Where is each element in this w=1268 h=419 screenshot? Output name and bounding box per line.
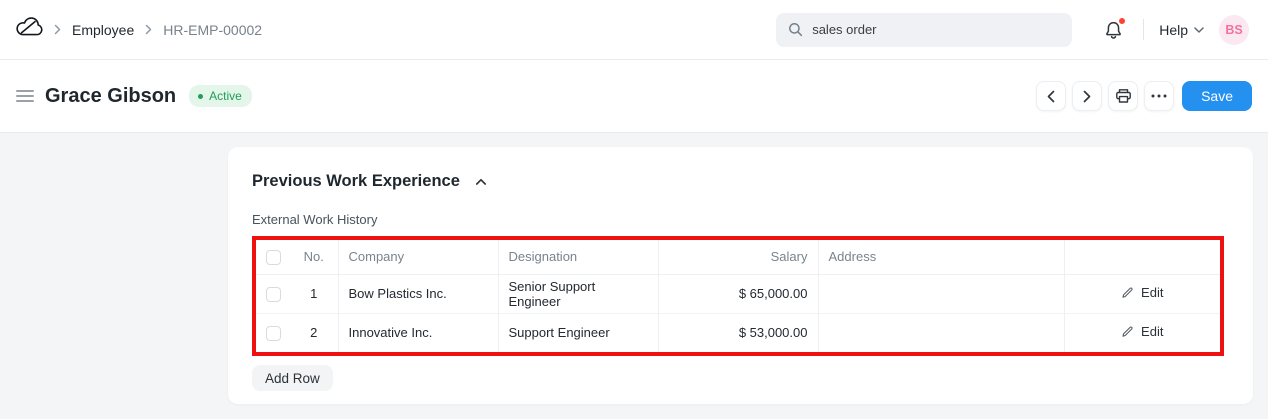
grid-field-label: External Work History <box>252 212 1229 227</box>
row-2-address-cell[interactable] <box>818 313 1064 352</box>
search-input[interactable] <box>812 22 1060 37</box>
row-2-salary-cell[interactable]: $ 53,000.00 <box>658 313 818 352</box>
column-header-company: Company <box>338 240 498 274</box>
section-header-previous-work-experience[interactable]: Previous Work Experience <box>252 172 1229 191</box>
column-header-designation: Designation <box>498 240 658 274</box>
prev-record-button[interactable] <box>1036 81 1066 111</box>
chevron-right-icon <box>54 24 61 35</box>
column-header-address: Address <box>818 240 1064 274</box>
page-header: Grace Gibson Active <box>0 60 1268 133</box>
row-1-salary-cell[interactable]: $ 65,000.00 <box>658 274 818 313</box>
top-navbar: Employee HR-EMP-00002 <box>0 0 1268 60</box>
navbar-divider <box>1143 19 1144 40</box>
app-logo[interactable] <box>16 17 43 43</box>
next-record-button[interactable] <box>1072 81 1102 111</box>
status-badge: Active <box>189 85 252 107</box>
cloud-slash-logo-icon <box>16 17 43 43</box>
ellipsis-icon <box>1151 94 1167 98</box>
section-title: Previous Work Experience <box>252 172 460 191</box>
status-label: Active <box>209 89 242 103</box>
column-header-no: No. <box>290 240 338 274</box>
edit-label: Edit <box>1141 285 1163 300</box>
add-row-button[interactable]: Add Row <box>252 365 333 391</box>
breadcrumb-item-record-id: HR-EMP-00002 <box>163 22 262 38</box>
user-avatar[interactable]: BS <box>1219 15 1249 45</box>
chevron-right-icon <box>145 24 152 35</box>
chevron-right-icon <box>1083 90 1091 103</box>
form-card: Previous Work Experience External Work H… <box>228 147 1253 404</box>
row-2-edit-button[interactable]: Edit <box>1121 324 1163 339</box>
page-actions: Save <box>1036 81 1252 111</box>
external-work-history-grid: No. Company Designation Salary Address 1 <box>256 240 1220 352</box>
print-button[interactable] <box>1108 81 1138 111</box>
more-options-button[interactable] <box>1144 81 1174 111</box>
select-all-checkbox[interactable] <box>266 250 281 265</box>
row-2-company-cell[interactable]: Innovative Inc. <box>338 313 498 352</box>
main-content: Previous Work Experience External Work H… <box>0 133 1268 419</box>
search-icon <box>788 22 803 37</box>
global-search[interactable] <box>776 13 1072 47</box>
grid-header-row: No. Company Designation Salary Address <box>256 240 1220 274</box>
chevron-down-icon <box>1194 27 1204 33</box>
grid-row-1: 1 Bow Plastics Inc. Senior Support Engin… <box>256 274 1220 313</box>
bell-icon <box>1103 28 1124 45</box>
row-1-company-cell[interactable]: Bow Plastics Inc. <box>338 274 498 313</box>
grid-row-2: 2 Innovative Inc. Support Engineer $ 53,… <box>256 313 1220 352</box>
chevron-up-icon <box>475 178 487 186</box>
pencil-icon <box>1121 286 1134 299</box>
unread-notification-dot <box>1119 18 1125 24</box>
help-label: Help <box>1159 22 1188 38</box>
app-window: Employee HR-EMP-00002 <box>0 0 1268 419</box>
chevron-left-icon <box>1047 90 1055 103</box>
breadcrumb: Employee HR-EMP-00002 <box>43 22 262 38</box>
status-dot-icon <box>198 94 203 99</box>
printer-icon <box>1115 88 1132 104</box>
help-menu[interactable]: Help <box>1159 22 1204 38</box>
navbar-right-group: Help BS <box>776 13 1249 47</box>
pencil-icon <box>1121 325 1134 338</box>
row-1-checkbox[interactable] <box>266 287 281 302</box>
notifications-button[interactable] <box>1103 19 1125 41</box>
column-header-actions <box>1064 240 1220 274</box>
page-title: Grace Gibson <box>45 85 176 108</box>
row-1-designation-cell[interactable]: Senior Support Engineer <box>498 274 658 313</box>
hamburger-icon <box>16 90 34 92</box>
breadcrumb-item-employee[interactable]: Employee <box>72 22 134 38</box>
column-header-salary: Salary <box>658 240 818 274</box>
row-2-checkbox[interactable] <box>266 326 281 341</box>
save-button[interactable]: Save <box>1182 81 1252 111</box>
row-1-address-cell[interactable] <box>818 274 1064 313</box>
edit-label: Edit <box>1141 324 1163 339</box>
row-2-index: 2 <box>290 313 338 352</box>
sidebar-toggle-button[interactable] <box>16 90 34 102</box>
row-2-designation-cell[interactable]: Support Engineer <box>498 313 658 352</box>
row-1-edit-button[interactable]: Edit <box>1121 285 1163 300</box>
row-1-index: 1 <box>290 274 338 313</box>
annotation-highlight-box: No. Company Designation Salary Address 1 <box>252 236 1224 356</box>
